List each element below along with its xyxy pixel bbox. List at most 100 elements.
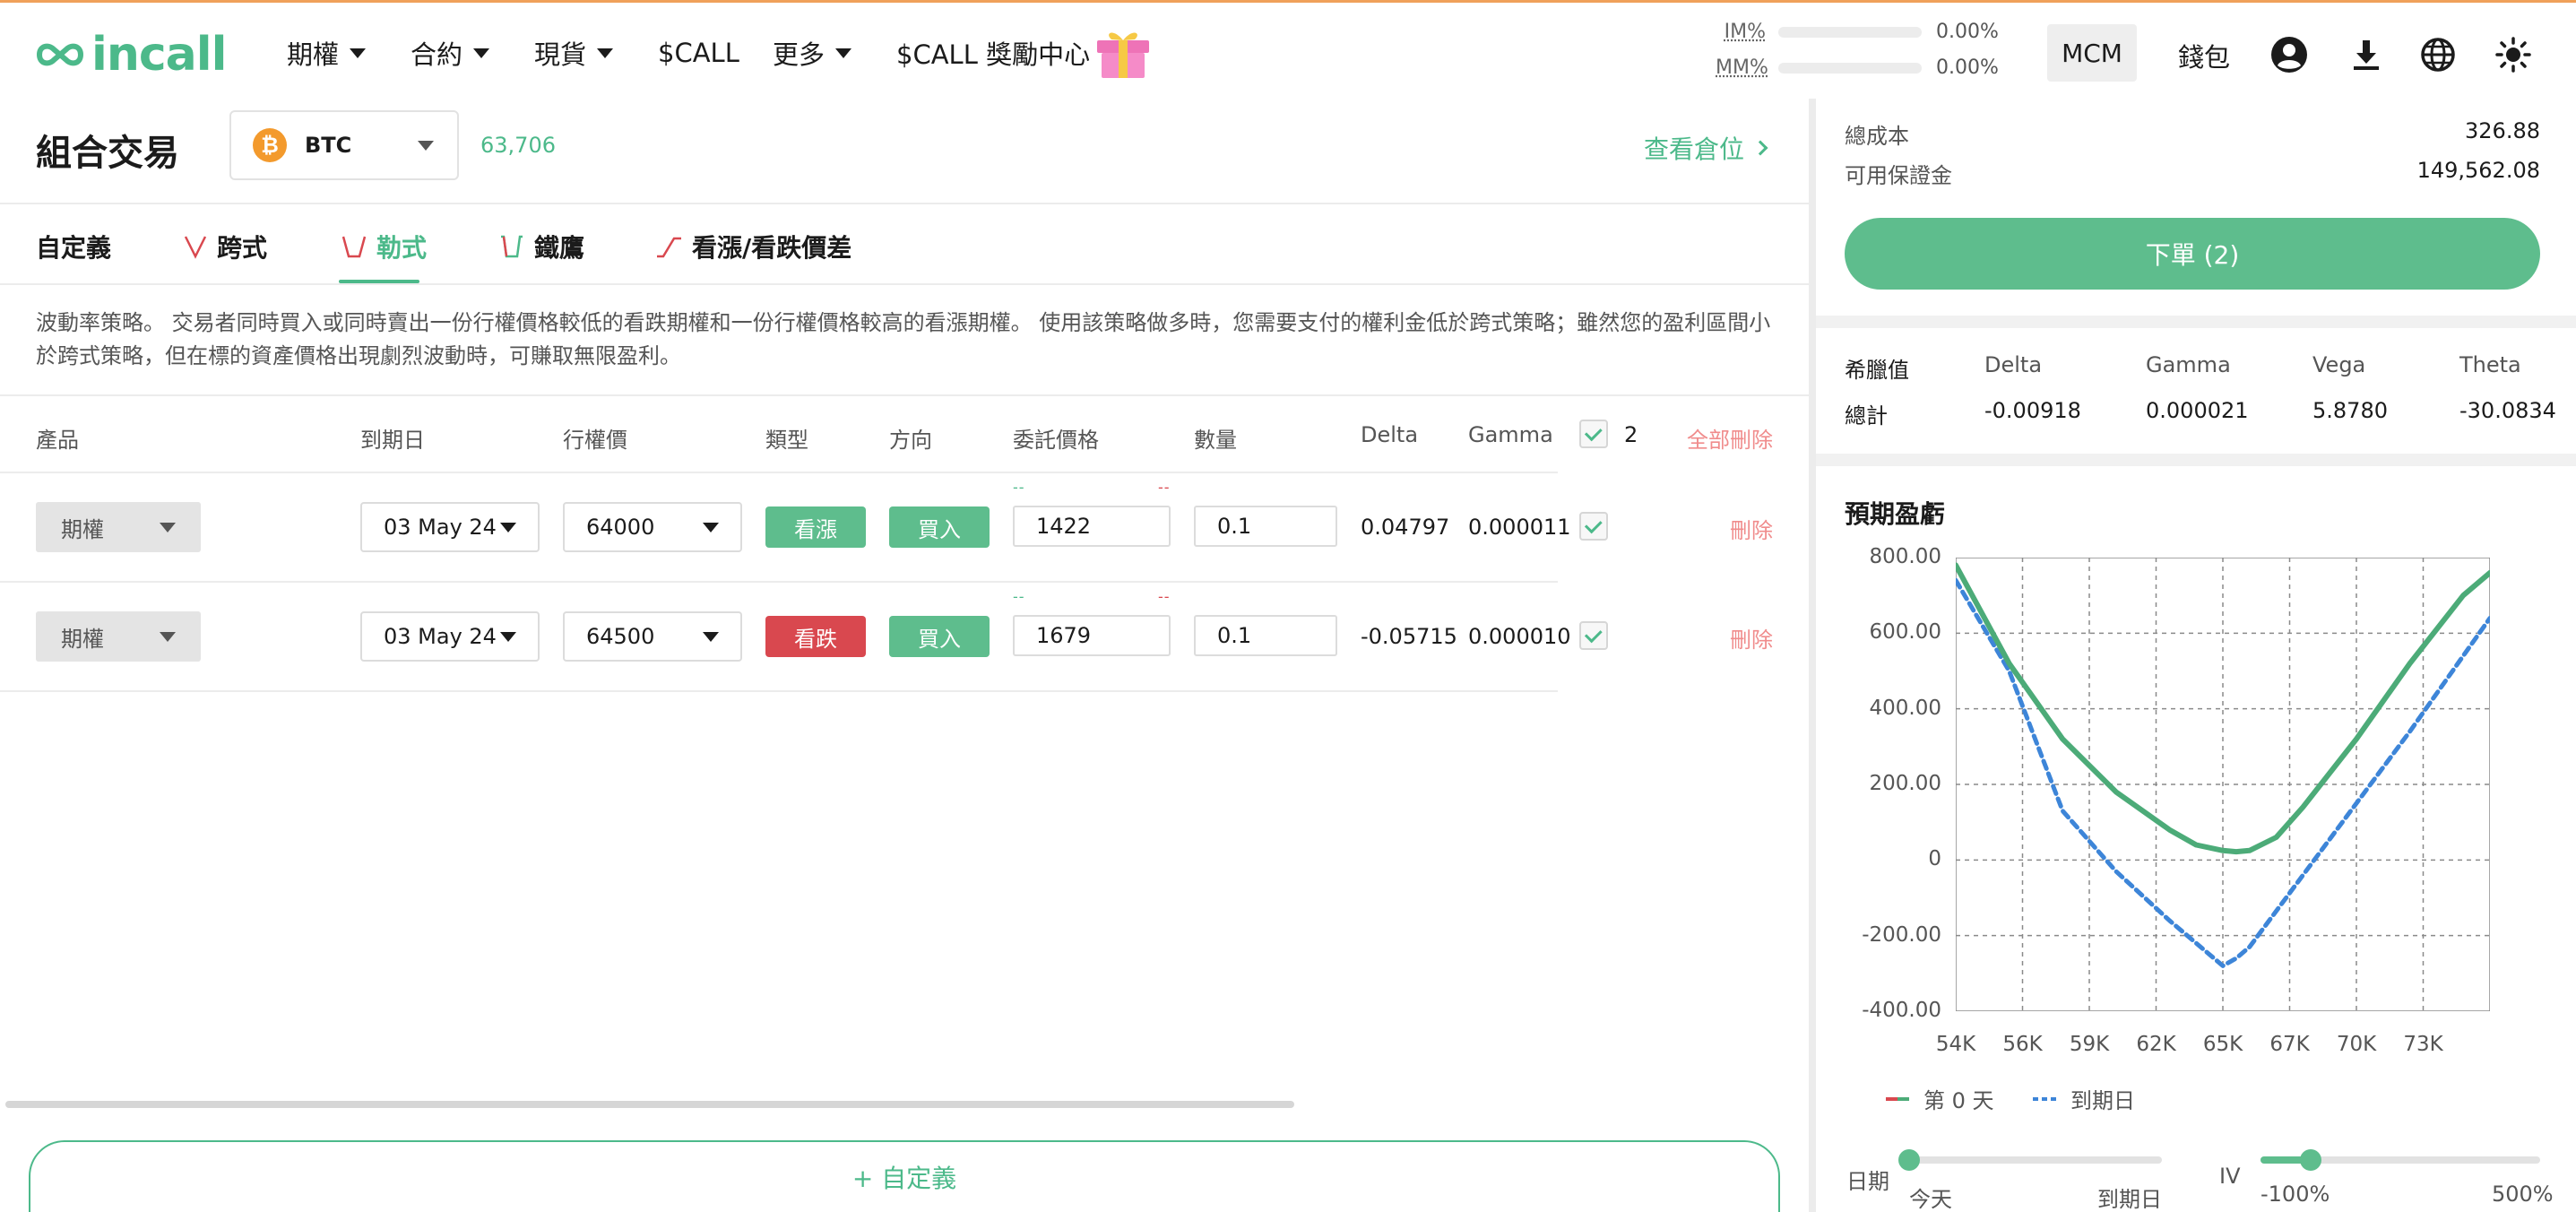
date-slider-handle[interactable] [1898,1149,1920,1171]
y-tick-label: -200.00 [1843,923,1941,947]
im-value: 0.00% [1936,21,1999,43]
expiry-select[interactable]: 03 May 24 [360,611,540,662]
chevron-right-icon [1753,141,1768,156]
delete-all-button[interactable]: 全部刪除 [1687,422,1773,454]
greek-gamma-value: 0.000021 [2146,398,2249,423]
x-tick-label: 70K [2321,1033,2392,1056]
date-slider-max: 到期日 [2097,1182,2162,1212]
tab-vertical-spread-label: 看漲/看跌價差 [692,229,851,264]
infinity-logo-icon [34,37,86,73]
row-checkbox[interactable] [1579,512,1608,541]
globe-icon[interactable] [2418,35,2458,74]
side-buy-badge[interactable]: 買入 [889,506,990,548]
select-all-checkbox[interactable] [1579,420,1608,448]
quantity-input[interactable]: 0.1 [1194,615,1337,656]
strike-select[interactable]: 64500 [563,611,742,662]
tab-vertical-spread[interactable]: 看漲/看跌價差 [654,229,851,264]
product-select[interactable]: 期權 [36,611,201,662]
sun-icon[interactable] [2494,35,2533,74]
limit-price-input[interactable]: 1679 [1013,615,1171,656]
tab-iron-condor[interactable]: 鐵鷹 [498,229,584,264]
strike-select[interactable]: 64000 [563,502,742,552]
section-divider [1816,316,2576,328]
nav-options-label: 期權 [287,34,339,72]
greek-col-gamma: Gamma [2146,352,2231,377]
im-margin-row: IM% 0.00% [1716,21,1999,43]
expiry-select[interactable]: 03 May 24 [360,502,540,552]
x-tick-label: 65K [2187,1033,2259,1056]
type-call-badge[interactable]: 看漲 [765,506,866,548]
delete-row-button[interactable]: 刪除 [1730,622,1773,654]
page-title: 組合交易 [36,124,179,176]
x-tick-label: 56K [1987,1033,2059,1056]
tab-straddle[interactable]: 跨式 [183,229,267,264]
greek-delta-value: -0.00918 [1984,398,2081,423]
quantity-input[interactable]: 0.1 [1194,506,1337,547]
strike-select-value: 64000 [586,515,654,540]
spread-icon [654,233,683,260]
legend-expiry[interactable]: 到期日 [2033,1083,2135,1114]
nav-spot[interactable]: 現貨 [534,35,613,71]
pnl-chart [1956,558,2490,1011]
col-type: 類型 [765,422,808,454]
chevron-down-icon [835,48,851,58]
bid-hint: -- [1013,588,1025,605]
nav-rewards-center[interactable]: $CALL 獎勵中心 [896,35,1090,71]
brand-logo[interactable]: incall [34,30,226,80]
legend-expiry-swatch [2033,1095,2056,1103]
add-custom-leg-button[interactable]: + 自定義 [29,1140,1780,1212]
gift-icon[interactable] [1094,26,1153,80]
nav-contracts[interactable]: 合約 [411,35,489,71]
date-slider-label: 日期 [1846,1164,1889,1195]
delete-row-button[interactable]: 刪除 [1730,513,1773,544]
legend-day0[interactable]: 第 0 天 [1886,1083,1994,1114]
nav-options[interactable]: 期權 [287,35,366,71]
date-slider-min: 今天 [1909,1182,1952,1212]
product-select[interactable]: 期權 [36,502,201,552]
limit-price-input[interactable]: 1422 [1013,506,1171,547]
mm-margin-row: MM% 0.00% [1716,56,1999,79]
row-gamma: 0.000010 [1468,624,1571,649]
side-buy-badge[interactable]: 買入 [889,616,990,657]
col-expiry: 到期日 [360,422,425,454]
nav-call-token[interactable]: $CALL [658,35,739,71]
mm-progress-bar [1778,63,1922,74]
total-cost-value: 326.88 [2361,118,2540,143]
total-cost-label: 總成本 [1845,118,1909,150]
iv-slider-handle[interactable] [2300,1149,2321,1171]
chevron-down-icon [703,523,719,532]
product-select-value: 期權 [61,512,104,543]
nav-call-token-label: $CALL [658,38,739,68]
col-delta: Delta [1361,422,1418,447]
expiry-select-value: 03 May 24 [384,515,497,540]
strike-select-value: 64500 [586,624,654,649]
tab-strangle[interactable]: 勒式 [341,229,427,264]
brand-name: incall [91,28,226,82]
download-icon[interactable] [2347,35,2386,74]
row-checkbox[interactable] [1579,621,1608,650]
greek-col-vega: Vega [2312,352,2365,377]
nav-more-label: 更多 [773,34,825,72]
y-tick-label: 200.00 [1843,772,1941,795]
chevron-down-icon [160,632,176,642]
tab-strangle-label: 勒式 [376,229,427,264]
date-slider-track[interactable] [1909,1156,2162,1164]
chevron-down-icon [500,523,516,532]
user-icon[interactable] [2269,35,2309,74]
tab-custom[interactable]: 自定義 [36,229,111,264]
greek-col-delta: Delta [1984,352,2042,377]
view-positions-link[interactable]: 查看倉位 [1644,130,1766,166]
nav-more[interactable]: 更多 [773,35,851,71]
horizontal-scrollbar[interactable] [5,1101,1294,1108]
divider [0,690,1558,692]
type-put-badge[interactable]: 看跌 [765,616,866,657]
im-label: IM% [1716,21,1766,43]
place-order-button[interactable]: 下單 (2) [1845,218,2540,290]
wallet-link[interactable]: 錢包 [2178,37,2230,74]
iv-slider-min: -100% [2260,1182,2330,1207]
asset-select[interactable]: ₿ BTC [229,110,459,180]
row-delta: 0.04797 [1361,515,1449,540]
iv-slider-max: 500% [2492,1182,2554,1207]
available-margin-value: 149,562.08 [2361,158,2540,183]
mcm-button[interactable]: MCM [2047,24,2137,82]
